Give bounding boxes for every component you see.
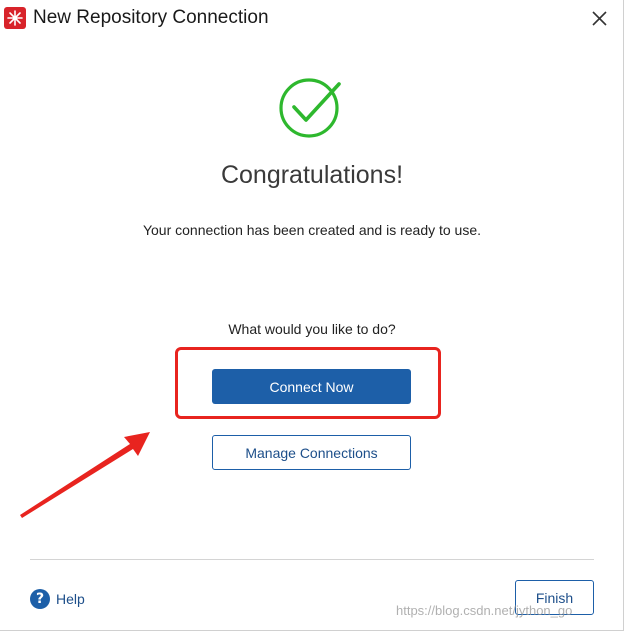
question-circle-icon: ? (30, 589, 50, 609)
next-step-question: What would you like to do? (228, 321, 396, 337)
help-link[interactable]: ? Help (30, 588, 85, 610)
tableau-logo-icon (4, 7, 26, 29)
close-icon (592, 11, 607, 26)
success-message: Your connection has been created and is … (142, 222, 482, 238)
manage-connections-button[interactable]: Manage Connections (212, 435, 411, 470)
title-bar: New Repository Connection (0, 0, 623, 38)
close-button[interactable] (584, 4, 614, 34)
finish-button[interactable]: Finish (515, 580, 594, 615)
check-circle-icon (279, 76, 343, 140)
footer-divider (30, 559, 594, 560)
congratulations-heading: Congratulations! (220, 161, 404, 189)
connect-now-button[interactable]: Connect Now (212, 369, 411, 404)
window-title: New Repository Connection (33, 7, 269, 28)
help-label: Help (56, 591, 85, 607)
dialog-window: New Repository Connection Congratulation… (0, 0, 624, 631)
